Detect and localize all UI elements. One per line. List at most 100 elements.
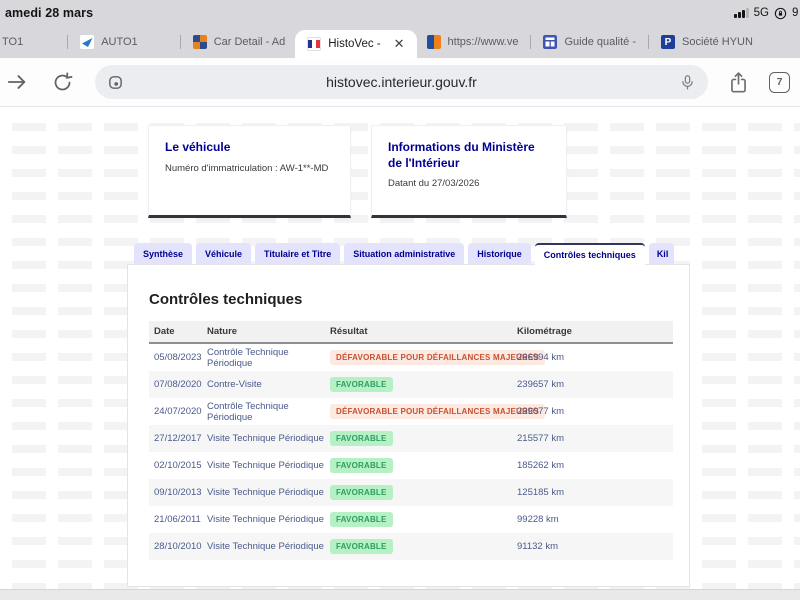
cell-date: 02/10/2015 (149, 460, 202, 471)
registration-number: Numéro d'immatriculation : AW-1**-MD (165, 163, 334, 174)
controles-techniques-panel: Contrôles techniques Date Nature Résulta… (127, 264, 690, 587)
result-badge: FAVORABLE (330, 377, 393, 392)
browser-tab-histovec-active[interactable]: HistoVec - ✕ (295, 30, 416, 58)
table-row: 05/08/2023 Contrôle Technique Périodique… (149, 344, 673, 371)
browser-tab-guide-qualite[interactable]: Guide qualité - (543, 35, 636, 49)
browser-tab-ve[interactable]: https://www.ve (427, 35, 519, 49)
tab-label: Société HYUN (682, 36, 753, 48)
tab-separator (67, 35, 68, 49)
guide-qualite-favicon (543, 35, 557, 49)
report-date: Datant du 27/03/2026 (388, 178, 550, 189)
tab-label: TO1 (2, 36, 23, 48)
p-favicon: P (661, 35, 675, 49)
result-badge: FAVORABLE (330, 539, 393, 554)
table-row: 09/10/2013 Visite Technique Périodique F… (149, 479, 673, 506)
cell-km: 239657 km (512, 379, 673, 390)
browser-toolbar: histovec.interieur.gouv.fr 7 (0, 58, 800, 107)
tab-count-button[interactable]: 7 (769, 72, 790, 93)
summary-cards: Le véhicule Numéro d'immatriculation : A… (148, 125, 567, 218)
col-kilometrage: Kilométrage (512, 326, 673, 337)
tab-historique[interactable]: Historique (468, 243, 531, 264)
network-type-label: 5G (754, 7, 769, 19)
table-row: 02/10/2015 Visite Technique Périodique F… (149, 452, 673, 479)
ve-favicon (427, 35, 441, 49)
tab-situation-administrative[interactable]: Situation administrative (344, 243, 464, 264)
cell-nature: Visite Technique Périodique (202, 541, 325, 552)
signal-strength-icon (734, 8, 749, 18)
tab-label: Guide qualité - (564, 36, 636, 48)
car-detail-favicon (193, 35, 207, 49)
table-row: 28/10/2010 Visite Technique Périodique F… (149, 533, 673, 560)
cell-date: 21/06/2011 (149, 514, 202, 525)
cell-date: 07/08/2020 (149, 379, 202, 390)
url-text[interactable]: histovec.interieur.gouv.fr (124, 74, 679, 90)
cell-nature: Visite Technique Périodique (202, 433, 325, 444)
browser-tab-societe-hyundai[interactable]: P Société HYUN (661, 35, 753, 49)
tab-titulaire-et-titre[interactable]: Titulaire et Titre (255, 243, 340, 264)
cell-km: 185262 km (512, 460, 673, 471)
result-badge: FAVORABLE (330, 485, 393, 500)
result-badge: FAVORABLE (330, 458, 393, 473)
cell-nature: Contre-Visite (202, 379, 325, 390)
browser-tab-car-detail[interactable]: Car Detail - Ad (193, 35, 286, 49)
status-date: amedi 28 mars (0, 6, 93, 20)
vehicle-card: Le véhicule Numéro d'immatriculation : A… (148, 125, 351, 218)
cell-nature: Visite Technique Périodique (202, 460, 325, 471)
tab-label: https://www.ve (448, 36, 519, 48)
cell-nature: Visite Technique Périodique (202, 487, 325, 498)
section-title: Contrôles techniques (149, 291, 689, 308)
result-badge: FAVORABLE (330, 512, 393, 527)
browser-tab-auto1-partial[interactable]: TO1 (2, 36, 23, 48)
tab-vehicule[interactable]: Véhicule (196, 243, 251, 264)
browser-tab-auto1[interactable]: AUTO1 (80, 35, 137, 49)
cell-km: 91132 km (512, 541, 673, 552)
col-resultat: Résultat (325, 326, 512, 337)
ministry-info-card: Informations du Ministère de l'Intérieur… (371, 125, 567, 218)
french-flag-favicon (307, 37, 321, 51)
microphone-icon[interactable] (679, 74, 696, 91)
lens-icon[interactable] (107, 74, 124, 91)
cell-nature: Contrôle Technique Périodique (202, 401, 325, 423)
bottom-strip (0, 589, 800, 600)
inspections-table: Date Nature Résultat Kilométrage 05/08/2… (149, 321, 673, 560)
status-indicators: 5G 9 (734, 7, 800, 20)
tab-controles-techniques[interactable]: Contrôles techniques (535, 243, 645, 265)
table-row: 07/08/2020 Contre-Visite FAVORABLE 23965… (149, 371, 673, 398)
cell-km: 125185 km (512, 487, 673, 498)
tab-label: HistoVec - (328, 38, 380, 50)
cell-date: 05/08/2023 (149, 352, 202, 363)
share-icon[interactable] (728, 71, 749, 94)
cell-date: 24/07/2020 (149, 406, 202, 417)
cell-km: 99228 km (512, 514, 673, 525)
battery-level: 9 (792, 7, 800, 19)
histovec-nav-tabs: Synthèse Véhicule Titulaire et Titre Sit… (134, 243, 674, 264)
forward-icon[interactable] (6, 71, 28, 93)
cell-km: 266994 km (512, 352, 673, 363)
table-row: 21/06/2011 Visite Technique Périodique F… (149, 506, 673, 533)
table-row: 24/07/2020 Contrôle Technique Périodique… (149, 398, 673, 425)
screen: amedi 28 mars 5G 9 TO1 AUTO1 Car Detail (0, 0, 800, 600)
cell-date: 27/12/2017 (149, 433, 202, 444)
table-row: 27/12/2017 Visite Technique Périodique F… (149, 425, 673, 452)
cell-date: 28/10/2010 (149, 541, 202, 552)
table-header: Date Nature Résultat Kilométrage (149, 321, 673, 344)
tab-synthese[interactable]: Synthèse (134, 243, 192, 264)
page-content: Le véhicule Numéro d'immatriculation : A… (0, 108, 800, 589)
tab-kilometrage-partial[interactable]: Kil (649, 243, 674, 264)
cell-km: 215577 km (512, 433, 673, 444)
tab-label: AUTO1 (101, 36, 137, 48)
cell-date: 09/10/2013 (149, 487, 202, 498)
tab-separator (648, 35, 649, 49)
result-badge: FAVORABLE (330, 431, 393, 446)
col-date: Date (149, 326, 202, 337)
reload-icon[interactable] (52, 72, 73, 93)
tab-separator (530, 35, 531, 49)
auto1-favicon (80, 35, 94, 49)
status-bar: amedi 28 mars 5G 9 (0, 0, 800, 26)
cell-nature: Visite Technique Périodique (202, 514, 325, 525)
cell-km: 239077 km (512, 406, 673, 417)
col-nature: Nature (202, 326, 325, 337)
browser-tab-strip: TO1 AUTO1 Car Detail - Ad HistoVec - ✕ (0, 26, 800, 58)
close-tab-icon[interactable]: ✕ (394, 36, 405, 52)
url-bar[interactable]: histovec.interieur.gouv.fr (95, 65, 708, 99)
